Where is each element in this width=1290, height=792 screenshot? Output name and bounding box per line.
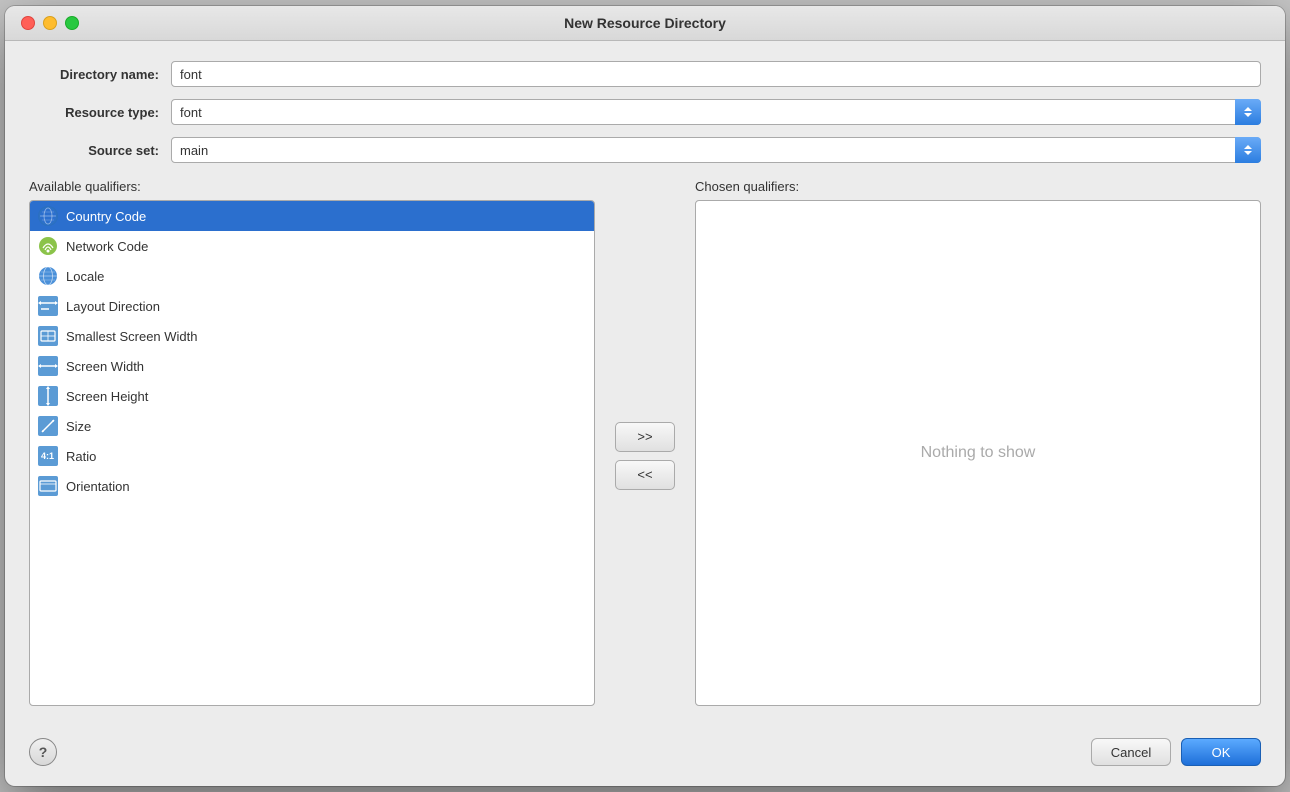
source-set-row: Source set: main	[29, 137, 1261, 163]
resource-type-wrapper: font	[171, 99, 1261, 125]
qualifier-label-screen-height: Screen Height	[66, 389, 148, 404]
qualifier-label-locale: Locale	[66, 269, 104, 284]
available-qualifiers-panel: Available qualifiers: Coun	[29, 179, 595, 706]
qualifier-item-screen-height[interactable]: Screen Height	[30, 381, 594, 411]
directory-name-label: Directory name:	[29, 67, 159, 82]
qualifier-label-layout-direction: Layout Direction	[66, 299, 160, 314]
footer-action-buttons: Cancel OK	[1091, 738, 1261, 766]
source-set-select[interactable]: main	[171, 137, 1261, 163]
qualifier-label-screen-width: Screen Width	[66, 359, 144, 374]
country-code-icon	[38, 206, 58, 226]
help-button[interactable]: ?	[29, 738, 57, 766]
dialog-content: Directory name: Resource type: font Sour…	[5, 41, 1285, 726]
ok-button[interactable]: OK	[1181, 738, 1261, 766]
directory-name-input[interactable]	[171, 61, 1261, 87]
empty-chosen-text: Nothing to show	[921, 444, 1036, 462]
add-qualifier-button[interactable]: >>	[615, 422, 675, 452]
qualifier-label-size: Size	[66, 419, 91, 434]
maximize-button[interactable]	[65, 16, 79, 30]
network-code-icon	[38, 236, 58, 256]
qualifier-item-network-code[interactable]: Network Code	[30, 231, 594, 261]
dialog-window: New Resource Directory Directory name: R…	[5, 6, 1285, 786]
chosen-qualifiers-panel: Chosen qualifiers: Nothing to show	[695, 179, 1261, 706]
qualifier-item-size[interactable]: Size	[30, 411, 594, 441]
qualifier-label-orientation: Orientation	[66, 479, 130, 494]
locale-icon	[38, 266, 58, 286]
cancel-button[interactable]: Cancel	[1091, 738, 1171, 766]
qualifier-item-country-code[interactable]: Country Code	[30, 201, 594, 231]
source-set-wrapper: main	[171, 137, 1261, 163]
directory-name-row: Directory name:	[29, 61, 1261, 87]
dialog-title: New Resource Directory	[564, 15, 726, 31]
remove-qualifier-button[interactable]: <<	[615, 460, 675, 490]
qualifiers-section: Available qualifiers: Coun	[29, 179, 1261, 706]
qualifier-label-network-code: Network Code	[66, 239, 148, 254]
qualifier-label-country-code: Country Code	[66, 209, 146, 224]
qualifier-item-locale[interactable]: Locale	[30, 261, 594, 291]
resource-type-select[interactable]: font	[171, 99, 1261, 125]
minimize-button[interactable]	[43, 16, 57, 30]
smallest-screen-width-icon	[38, 326, 58, 346]
resource-type-row: Resource type: font	[29, 99, 1261, 125]
svg-text:4:1: 4:1	[41, 451, 54, 461]
available-qualifiers-list: Country Code Network Code	[29, 200, 595, 706]
screen-height-icon	[38, 386, 58, 406]
layout-direction-icon	[38, 296, 58, 316]
resource-type-label: Resource type:	[29, 105, 159, 120]
close-button[interactable]	[21, 16, 35, 30]
transfer-buttons: >> <<	[607, 179, 683, 706]
traffic-lights	[21, 16, 79, 30]
qualifier-item-layout-direction[interactable]: Layout Direction	[30, 291, 594, 321]
qualifier-item-screen-width[interactable]: Screen Width	[30, 351, 594, 381]
size-icon	[38, 416, 58, 436]
chosen-qualifiers-label: Chosen qualifiers:	[695, 179, 1261, 194]
chosen-qualifiers-list: Nothing to show	[695, 200, 1261, 706]
title-bar: New Resource Directory	[5, 6, 1285, 41]
ratio-icon: 4:1	[38, 446, 58, 466]
screen-width-icon	[38, 356, 58, 376]
qualifier-item-orientation[interactable]: Orientation	[30, 471, 594, 501]
qualifier-item-smallest-screen-width[interactable]: Smallest Screen Width	[30, 321, 594, 351]
qualifier-label-ratio: Ratio	[66, 449, 96, 464]
orientation-icon	[38, 476, 58, 496]
source-set-label: Source set:	[29, 143, 159, 158]
dialog-footer: ? Cancel OK	[5, 726, 1285, 786]
qualifier-label-smallest-screen-width: Smallest Screen Width	[66, 329, 198, 344]
available-qualifiers-label: Available qualifiers:	[29, 179, 595, 194]
qualifier-item-ratio[interactable]: 4:1 Ratio	[30, 441, 594, 471]
